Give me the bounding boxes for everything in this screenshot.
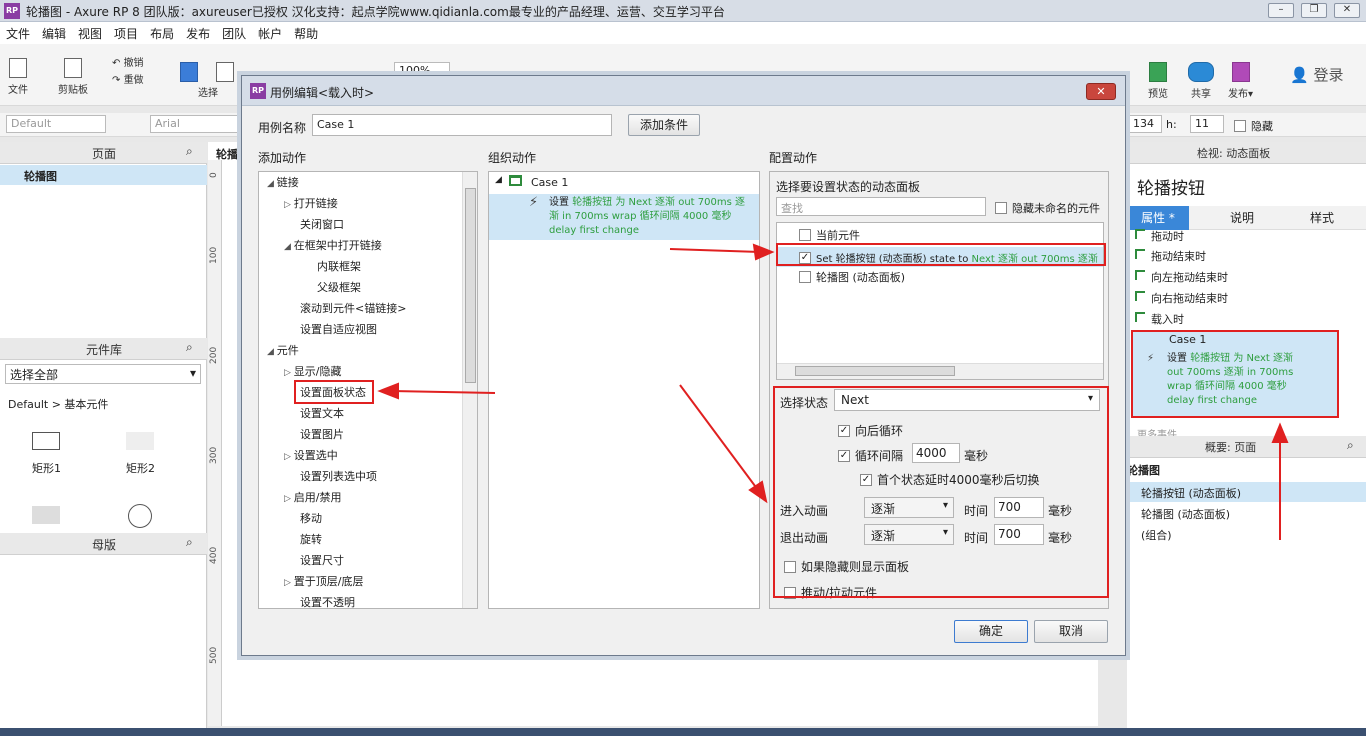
arrowhead-inspector-case xyxy=(1271,422,1289,443)
arrow-to-state-settings xyxy=(679,384,759,491)
highlight-set-panel-state xyxy=(294,380,374,404)
arrowhead-panel-item xyxy=(752,243,775,261)
taskbar xyxy=(0,728,1366,736)
arrow-to-panel-item xyxy=(669,248,761,253)
arrowhead-set-panel-state xyxy=(377,382,399,400)
arrow-to-set-panel-state xyxy=(391,390,496,394)
annotation-arrows xyxy=(377,243,1289,540)
arrowhead-state-settings xyxy=(748,480,768,504)
